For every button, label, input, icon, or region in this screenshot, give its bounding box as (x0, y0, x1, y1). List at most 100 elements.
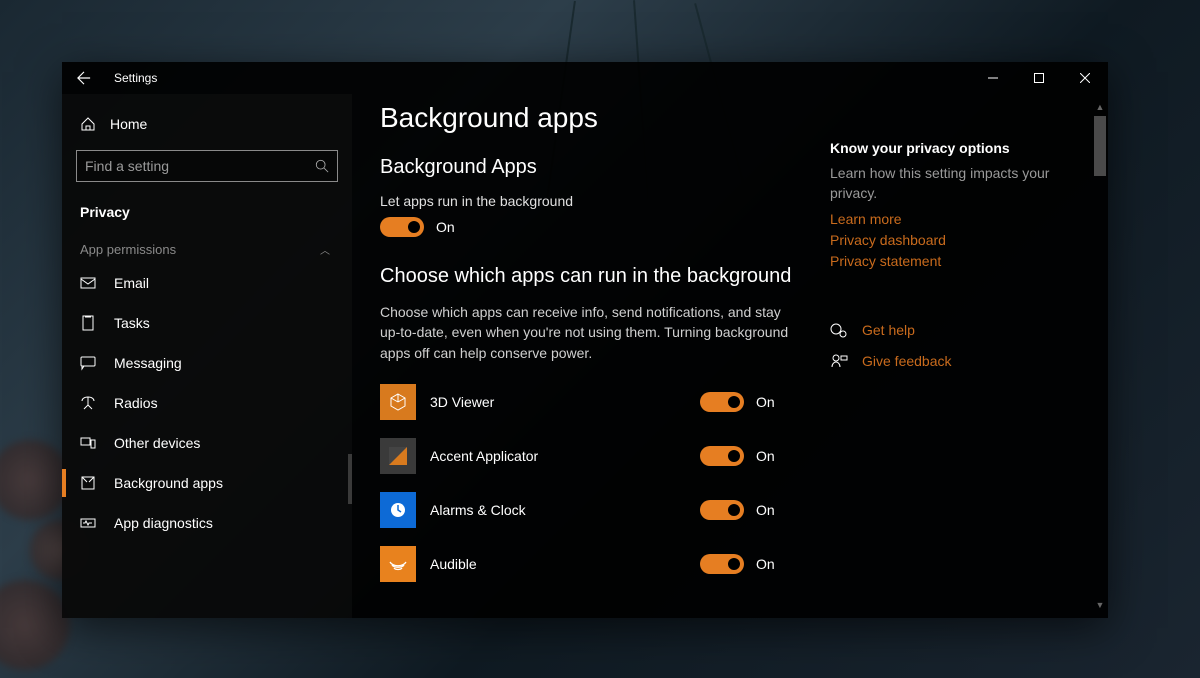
help-icon (830, 322, 848, 340)
app-icon-3d-viewer (380, 384, 416, 420)
give-feedback-row[interactable]: Give feedback (830, 351, 1080, 372)
link-privacy-statement[interactable]: Privacy statement (830, 251, 1080, 272)
get-help-link[interactable]: Get help (862, 320, 915, 341)
sidebar-item-background-apps[interactable]: Background apps (62, 463, 352, 503)
app-icon-alarms-clock (380, 492, 416, 528)
link-learn-more[interactable]: Learn more (830, 209, 1080, 230)
back-button[interactable] (62, 62, 106, 94)
email-icon (80, 275, 96, 291)
give-feedback-link[interactable]: Give feedback (862, 351, 952, 372)
chevron-up-icon: ︿ (320, 242, 330, 257)
search-icon (315, 159, 329, 173)
group-label-text: App permissions (80, 242, 176, 257)
cube-icon (388, 392, 408, 412)
app-icon-audible (380, 546, 416, 582)
master-toggle[interactable] (380, 217, 424, 237)
sidebar-item-tasks[interactable]: Tasks (62, 303, 352, 343)
content-area: Background apps Background Apps Let apps… (380, 102, 820, 618)
sidebar-section-label: Privacy (62, 190, 352, 224)
scroll-down-icon[interactable]: ▼ (1094, 598, 1106, 612)
scroll-thumb[interactable] (1094, 116, 1106, 176)
app-toggle-audible[interactable] (700, 554, 744, 574)
clock-icon (388, 500, 408, 520)
settings-window: Settings Home Privacy (62, 62, 1108, 618)
home-nav[interactable]: Home (62, 108, 352, 140)
sidebar-item-label: Background apps (114, 475, 223, 491)
sidebar-item-messaging[interactable]: Messaging (62, 343, 352, 383)
sidebar-item-label: Tasks (114, 315, 150, 331)
search-box[interactable] (76, 150, 338, 182)
app-row-audible: Audible On (380, 543, 820, 585)
sidebar-item-email[interactable]: Email (62, 263, 352, 303)
app-name: Audible (430, 556, 700, 572)
sidebar-item-label: Messaging (114, 355, 182, 371)
subsection-title: Background Apps (380, 156, 820, 179)
scroll-up-icon[interactable]: ▲ (1094, 100, 1106, 114)
audible-icon (388, 554, 408, 574)
toggle-knob (408, 221, 420, 233)
app-toggle-alarms-clock[interactable] (700, 500, 744, 520)
sidebar-item-label: Email (114, 275, 149, 291)
minimize-button[interactable] (970, 62, 1016, 94)
app-toggle-accent-applicator[interactable] (700, 446, 744, 466)
arrow-left-icon (77, 71, 91, 85)
sidebar-item-label: Radios (114, 395, 158, 411)
app-name: Accent Applicator (430, 448, 700, 464)
app-icon-accent-applicator (380, 438, 416, 474)
sidebar-item-radios[interactable]: Radios (62, 383, 352, 423)
sidebar-item-app-diagnostics[interactable]: App diagnostics (62, 503, 352, 543)
sidebar-item-other-devices[interactable]: Other devices (62, 423, 352, 463)
toggle-knob (728, 504, 740, 516)
app-toggle-state: On (756, 556, 775, 572)
toggle-knob (728, 450, 740, 462)
app-row-3d-viewer: 3D Viewer On (380, 381, 820, 423)
app-toggle-state: On (756, 448, 775, 464)
main-scrollbar[interactable]: ▲ ▼ (1094, 100, 1106, 612)
main-panel: Background apps Background Apps Let apps… (352, 94, 1108, 618)
home-icon (80, 116, 96, 132)
close-button[interactable] (1062, 62, 1108, 94)
minimize-icon (988, 73, 998, 83)
wallpaper-blob (0, 580, 70, 670)
master-toggle-label: Let apps run in the background (380, 193, 820, 209)
devices-icon (80, 435, 96, 451)
aside-panel: Know your privacy options Learn how this… (820, 102, 1080, 618)
search-input[interactable] (85, 158, 315, 174)
sidebar-item-label: App diagnostics (114, 515, 213, 531)
aside-heading: Know your privacy options (830, 140, 1080, 156)
sidebar-item-label: Other devices (114, 435, 200, 451)
radios-icon (80, 395, 96, 411)
app-toggle-state: On (756, 394, 775, 410)
sidebar: Home Privacy App permissions ︿ Email Tas… (62, 94, 352, 618)
choose-apps-heading: Choose which apps can run in the backgro… (380, 265, 820, 288)
nav-list: Email Tasks Messaging Radios Other devic… (62, 263, 352, 543)
app-row-accent-applicator: Accent Applicator On (380, 435, 820, 477)
feedback-icon (830, 353, 848, 371)
window-controls (970, 62, 1108, 94)
home-label: Home (110, 116, 147, 132)
get-help-row[interactable]: Get help (830, 320, 1080, 341)
app-name: Alarms & Clock (430, 502, 700, 518)
app-name: 3D Viewer (430, 394, 700, 410)
maximize-button[interactable] (1016, 62, 1062, 94)
diagnostics-icon (80, 515, 96, 531)
sidebar-group-label: App permissions ︿ (62, 224, 352, 263)
choose-apps-description: Choose which apps can receive info, send… (380, 302, 800, 363)
app-list: 3D Viewer On Accent Applicator (380, 381, 820, 585)
toggle-knob (728, 396, 740, 408)
master-toggle-state: On (436, 219, 455, 235)
wallpaper-blob (0, 440, 70, 520)
app-row-alarms-clock: Alarms & Clock On (380, 489, 820, 531)
toggle-knob (728, 558, 740, 570)
background-apps-icon (80, 475, 96, 491)
close-icon (1080, 73, 1090, 83)
messaging-icon (80, 355, 96, 371)
app-toggle-state: On (756, 502, 775, 518)
app-toggle-3d-viewer[interactable] (700, 392, 744, 412)
page-title: Background apps (380, 102, 820, 134)
maximize-icon (1034, 73, 1044, 83)
link-privacy-dashboard[interactable]: Privacy dashboard (830, 230, 1080, 251)
title-bar: Settings (62, 62, 1108, 94)
tasks-icon (80, 315, 96, 331)
accent-icon (389, 447, 407, 465)
